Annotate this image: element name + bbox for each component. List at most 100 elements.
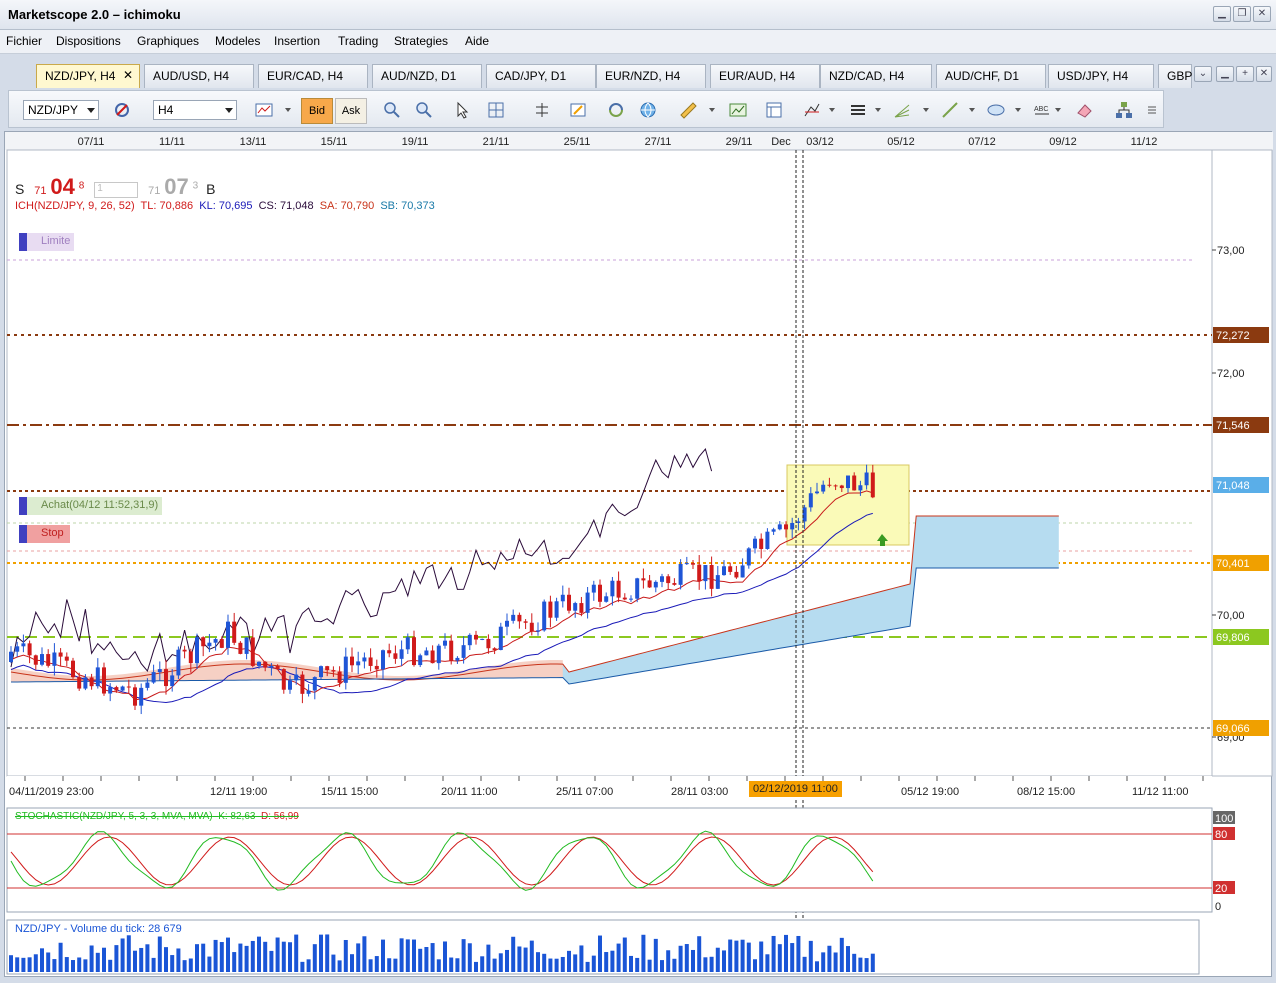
- candle-body: [585, 592, 590, 613]
- tab-usd-jpy[interactable]: USD/JPY, H4: [1048, 64, 1154, 88]
- stop-order-tag[interactable]: Stop: [19, 525, 70, 543]
- volume-bar: [839, 937, 844, 972]
- ruler-icon[interactable]: [679, 101, 697, 119]
- lines-icon[interactable]: [849, 101, 867, 119]
- volume-bar: [548, 958, 553, 972]
- tab-close-button[interactable]: ✕: [1256, 66, 1272, 82]
- candle-body: [703, 565, 708, 582]
- candle-body: [201, 637, 206, 647]
- menu-aide[interactable]: Aide: [465, 34, 489, 48]
- bid-button[interactable]: Bid: [301, 98, 333, 124]
- toolbar-more-icon[interactable]: [1145, 101, 1163, 119]
- close-tab-icon[interactable]: ✕: [123, 68, 133, 82]
- minimize-button[interactable]: ▁: [1213, 6, 1231, 22]
- trendline-arrow-icon[interactable]: [969, 108, 975, 112]
- tab-gbp[interactable]: GBP: [1158, 64, 1192, 88]
- volume-bar: [238, 943, 243, 972]
- menu-trading[interactable]: Trading: [338, 34, 378, 48]
- indicators-arrow-icon[interactable]: [829, 108, 835, 112]
- ask-button[interactable]: Ask: [335, 98, 367, 124]
- trendline-icon[interactable]: [941, 101, 959, 119]
- menu-strategies[interactable]: Strategies: [394, 34, 448, 48]
- top-date-label: 09/12: [1049, 136, 1077, 148]
- tab-restore-button[interactable]: +: [1236, 66, 1254, 82]
- tab-aud-nzd[interactable]: AUD/NZD, D1: [372, 64, 482, 88]
- fan-arrow-icon[interactable]: [923, 108, 929, 112]
- ellipse-icon[interactable]: [987, 101, 1005, 119]
- candle-body: [306, 690, 311, 694]
- crosshair-icon[interactable]: [487, 101, 505, 119]
- template-icon[interactable]: [765, 101, 783, 119]
- chart-type-icon[interactable]: [255, 101, 273, 119]
- sync-icon[interactable]: [607, 101, 625, 119]
- eraser-icon[interactable]: [1075, 101, 1093, 119]
- restore-button[interactable]: ❐: [1233, 6, 1251, 22]
- volume-bar: [660, 960, 664, 972]
- candle-body: [343, 656, 348, 683]
- tab-list-icon[interactable]: ⌄: [1194, 66, 1212, 82]
- candle-body: [449, 640, 454, 661]
- fan-icon[interactable]: [893, 101, 911, 119]
- menu-fichier[interactable]: Fichier: [6, 34, 42, 48]
- tab-nzd-jpy[interactable]: NZD/JPY, H4 ✕: [36, 64, 140, 88]
- volume-bar: [139, 947, 144, 972]
- tab-eur-nzd[interactable]: EUR/NZD, H4: [596, 64, 706, 88]
- volume-bar: [288, 942, 292, 972]
- cursor-icon[interactable]: [453, 101, 471, 119]
- candle-body: [374, 665, 379, 670]
- volume-bar: [604, 952, 609, 972]
- tab-minimize-button[interactable]: ▁: [1216, 66, 1234, 82]
- chikou-value: CS: 71,048: [258, 200, 314, 212]
- candle-body: [95, 667, 100, 687]
- cursor-date-tag: 02/12/2019 11:00: [749, 781, 842, 797]
- candle-body: [771, 529, 776, 532]
- connection-icon[interactable]: [113, 101, 131, 119]
- limit-order-tag[interactable]: Limite: [19, 233, 75, 251]
- zoom-out-icon[interactable]: [415, 101, 433, 119]
- stoch-level-label: 20: [1215, 883, 1227, 895]
- globe-icon[interactable]: [639, 101, 657, 119]
- top-date-label: 07/11: [78, 136, 105, 148]
- timeframe-select[interactable]: H4: [153, 100, 237, 120]
- candle-body: [858, 485, 863, 491]
- tab-cad-jpy[interactable]: CAD/JPY, D1: [486, 64, 596, 88]
- hierarchy-icon[interactable]: [1115, 101, 1133, 119]
- indicators-icon[interactable]: [803, 101, 821, 119]
- menu-graphiques[interactable]: Graphiques: [137, 34, 199, 48]
- text-label-arrow-icon[interactable]: [1055, 108, 1061, 112]
- volume-bar: [467, 943, 472, 972]
- ruler-arrow-icon[interactable]: [709, 108, 715, 112]
- text-label-icon[interactable]: ABC: [1033, 101, 1051, 119]
- menu-dispositions[interactable]: Dispositions: [56, 34, 121, 48]
- candle-body: [573, 603, 578, 611]
- candle-body: [151, 672, 156, 683]
- candle-body: [393, 653, 398, 659]
- chart-type-arrow-icon[interactable]: [285, 108, 291, 112]
- volume-bar: [89, 945, 94, 972]
- tab-eur-cad[interactable]: EUR/CAD, H4: [258, 64, 368, 88]
- amount-input[interactable]: 1: [94, 182, 139, 199]
- chart-canvas[interactable]: 07/11 11/11 13/11 15/11 19/11 21/11 25/11 27/11…: [5, 132, 1273, 978]
- price-axis-label: 73,00: [1217, 245, 1245, 257]
- edit-chart-icon[interactable]: [569, 101, 587, 119]
- volume-bar: [195, 944, 199, 972]
- volume-bar: [362, 936, 367, 972]
- ellipse-arrow-icon[interactable]: [1015, 108, 1021, 112]
- tab-eur-aud[interactable]: EUR/AUD, H4: [710, 64, 820, 88]
- sell-price[interactable]: 04: [50, 174, 74, 199]
- symbol-select[interactable]: NZD/JPY: [23, 100, 99, 120]
- menu-modeles[interactable]: Modeles: [215, 34, 260, 48]
- period-separator-icon[interactable]: [533, 101, 551, 119]
- buy-price[interactable]: 07: [164, 174, 188, 199]
- tab-aud-chf[interactable]: AUD/CHF, D1: [936, 64, 1046, 88]
- tab-nzd-cad[interactable]: NZD/CAD, H4: [820, 64, 932, 88]
- volume-bar: [275, 937, 280, 972]
- tab-aud-usd[interactable]: AUD/USD, H4: [144, 64, 254, 88]
- menu-insertion[interactable]: Insertion: [274, 34, 320, 48]
- zoom-in-icon[interactable]: [383, 101, 401, 119]
- lines-arrow-icon[interactable]: [875, 108, 881, 112]
- add-chart-icon[interactable]: [729, 101, 747, 119]
- candle-body: [808, 493, 813, 508]
- close-button[interactable]: ✕: [1253, 6, 1271, 22]
- buy-order-tag[interactable]: Achat(04/12 11:52,31,9): [19, 497, 163, 515]
